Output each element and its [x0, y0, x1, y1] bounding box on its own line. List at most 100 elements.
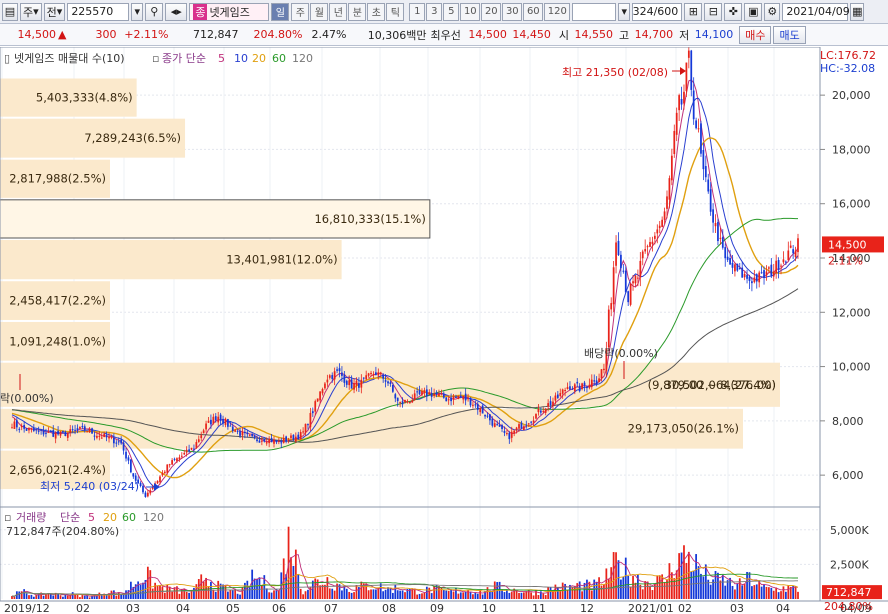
volume-bar [620, 579, 622, 599]
search-icon[interactable]: ⚲ [145, 2, 164, 21]
candle-body [678, 95, 681, 111]
period-년[interactable]: 년 [329, 2, 348, 21]
count-field[interactable]: 324/600 [632, 2, 683, 21]
volume-bar [88, 597, 91, 599]
candle-body [285, 436, 288, 442]
candle-body [188, 449, 190, 452]
custom-interval-input[interactable] [572, 2, 617, 21]
candle-body [195, 442, 198, 448]
sell-button[interactable]: 매도 [773, 25, 806, 44]
interval-10[interactable]: 10 [460, 2, 481, 21]
interval-20[interactable]: 20 [481, 2, 502, 21]
view-select[interactable]: 전 ▾ [43, 2, 66, 21]
candle-body [518, 424, 520, 429]
calendar-icon[interactable]: ▦ [850, 2, 865, 21]
date-field[interactable]: 2021/04/09 [782, 2, 850, 21]
zoom-in-icon[interactable]: ⊞ [684, 2, 703, 21]
interval-dropdown-icon[interactable]: ▾ [618, 2, 631, 21]
volume-bar [69, 595, 72, 599]
candle-body [171, 460, 173, 465]
volume-bar [758, 581, 761, 599]
candle-body [690, 50, 693, 90]
period-월[interactable]: 월 [310, 2, 329, 21]
volume-bar [156, 585, 159, 599]
candle-body [653, 235, 656, 239]
candle-body [307, 424, 309, 426]
candle-body [212, 416, 215, 424]
interval-30[interactable]: 30 [502, 2, 523, 21]
volume-bar [731, 585, 734, 599]
interval-60[interactable]: 60 [523, 2, 544, 21]
candle-body [668, 178, 671, 200]
history-icon[interactable]: ◂▸ [165, 2, 188, 21]
candle-body [547, 403, 550, 407]
volume-bar [709, 584, 712, 599]
candle-body [578, 385, 581, 392]
candle-body [79, 427, 81, 429]
candle-body [149, 490, 152, 494]
candle-body [464, 393, 467, 401]
buy-button[interactable]: 매수 [739, 25, 772, 44]
interval-120[interactable]: 120 [544, 2, 571, 21]
candle-body [384, 380, 387, 382]
interval-1[interactable]: 1 [409, 2, 426, 21]
candle-body [343, 374, 346, 383]
price-tick-label: 6,000 [832, 469, 864, 482]
code-input[interactable]: 225570 [67, 2, 130, 21]
candle-body [180, 455, 183, 457]
settings-icon[interactable]: ⚙ [764, 2, 781, 21]
period-주[interactable]: 주 [291, 2, 310, 21]
vol-ma20-label: 20 [103, 511, 117, 524]
crosshair-icon[interactable]: ✜ [724, 2, 743, 21]
candle-body [113, 437, 115, 444]
candle-body [146, 492, 149, 497]
period-틱[interactable]: 틱 [386, 2, 405, 21]
candle-body [467, 398, 469, 400]
candle-body [282, 438, 285, 443]
volume-bar [30, 594, 33, 599]
time-tick-label: 12 [580, 602, 594, 614]
volume-bar [751, 586, 753, 599]
period-day[interactable]: 일 [271, 2, 290, 21]
candle-body [702, 149, 705, 170]
candle-body [535, 413, 537, 419]
save-icon[interactable]: ▣ [744, 2, 763, 21]
candle-body [81, 426, 84, 428]
candle-body [532, 420, 535, 423]
volume-bar [159, 585, 161, 599]
volume-bar [311, 580, 314, 599]
candle-body [229, 425, 232, 427]
candle-body [421, 391, 423, 395]
candle-body [115, 442, 118, 444]
zoom-out-icon[interactable]: ⊟ [704, 2, 723, 21]
volume-bar [384, 589, 387, 599]
candle-body [23, 425, 26, 429]
candle-body [581, 383, 583, 389]
volume-bar [690, 571, 693, 599]
candle-body [772, 271, 775, 277]
period-분[interactable]: 분 [348, 2, 367, 21]
candle-body [515, 427, 518, 431]
menu-icon[interactable]: ▤ [2, 2, 18, 21]
volume-bar [615, 552, 617, 599]
stock-name-field[interactable]: 종 넷게임즈 [189, 2, 270, 21]
candle-body [700, 123, 702, 154]
price-volume-chart[interactable]: 5,403,333(4.8%) 7,289,243(6.5%) 2,817,988(… [0, 47, 888, 614]
interval-5[interactable]: 5 [443, 2, 460, 21]
market-select[interactable]: 주 ▾ [20, 2, 42, 21]
candle-body [593, 380, 596, 382]
candle-body [561, 389, 564, 394]
price-tick-label: 10,000 [832, 361, 871, 374]
volume-bar [367, 590, 370, 599]
candle-body [360, 379, 363, 388]
volume-bar [522, 592, 525, 599]
candle-body [258, 440, 261, 443]
candle-body [161, 472, 164, 476]
period-초[interactable]: 초 [367, 2, 386, 21]
candle-body [321, 389, 324, 394]
code-dropdown-icon[interactable]: ▾ [131, 2, 144, 21]
candle-body [394, 394, 397, 399]
vol-ma120-label: 120 [143, 511, 164, 524]
candle-body [666, 196, 668, 209]
interval-3[interactable]: 3 [426, 2, 443, 21]
